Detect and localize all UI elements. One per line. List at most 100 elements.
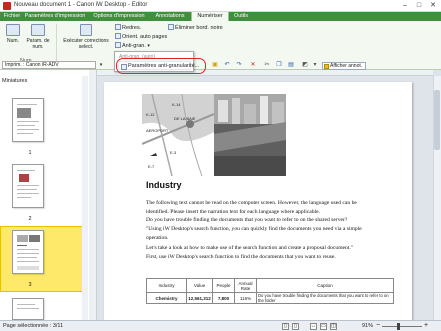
tab-numeriser[interactable]: Numériser (191, 12, 229, 21)
folder-icon[interactable]: ▣ (211, 62, 219, 69)
table-cell: Do you have trouble finding the document… (256, 292, 394, 304)
table-header: People (212, 278, 235, 293)
thumbnail-number: 2 (28, 216, 32, 222)
scan-settings-icon (31, 24, 45, 36)
status-text: Page sélectionnée : 3/11 (3, 323, 64, 329)
body-line: operation. (146, 235, 169, 241)
page-thumbnail[interactable] (12, 298, 44, 320)
select-icon[interactable]: ◩ (301, 62, 309, 69)
annotation-icon (324, 64, 329, 69)
tab-annotations[interactable]: Annotations (151, 12, 189, 21)
map-label: E-3 (170, 150, 177, 155)
map-label: E-7 (148, 164, 155, 169)
delete-icon[interactable]: ✕ (249, 62, 257, 69)
anti-grain-icon (115, 42, 121, 48)
scan-button-label: Num. (7, 38, 19, 44)
deskew-icon (115, 24, 121, 30)
page-thumbnail[interactable] (12, 164, 44, 208)
body-line: identified. Please insert the narration … (146, 209, 320, 215)
thumbnail-number: 1 (28, 150, 32, 156)
body-line: First, use iW Desktop's search function … (146, 254, 336, 260)
anti-grain-button[interactable]: Anti-gran. ▾ (115, 42, 150, 49)
map-label: K-12 (146, 112, 155, 117)
table-cell: 7,800 (212, 292, 235, 304)
table-row: Chemistry 12,561,312 7,800 115% Do you h… (146, 292, 394, 304)
table-header: Value (186, 278, 213, 293)
scan-settings-label: Param. de num. (26, 38, 50, 50)
auto-orient-button[interactable]: Orient. auto pages (115, 33, 167, 40)
scan-button[interactable]: Num. (2, 24, 24, 44)
close-icon[interactable]: ✕ (426, 1, 440, 10)
zoom-slider-handle[interactable] (397, 323, 400, 330)
maximize-icon[interactable]: □ (412, 1, 426, 10)
page-thumbnail[interactable] (12, 98, 44, 142)
body-line: "Using iW Desktop's search function, you… (146, 226, 362, 232)
title-bar: Nouveau document 1 - Canon iW Desktop - … (0, 0, 441, 12)
callout-highlight (116, 58, 206, 74)
page-thumbnail[interactable] (12, 230, 44, 274)
remove-black-border-label: Éliminer bord. noire (175, 25, 223, 31)
table-header: Annual Rate (234, 278, 257, 293)
vertical-ruler (89, 70, 97, 320)
body-line: The following text cannot be read on the… (146, 200, 357, 206)
table-header: Caption (256, 278, 394, 293)
tab-outils[interactable]: Outils (230, 12, 252, 21)
thumbnail-panel-title: Miniatures (2, 78, 28, 84)
corrections-icon (80, 24, 92, 36)
printer-dropdown-icon[interactable]: ▾ (97, 61, 105, 69)
border-icon (168, 24, 174, 30)
map-label: DE LA BAIE (174, 116, 196, 121)
auto-orient-label: Orient. auto pages (122, 34, 168, 40)
scan-settings-button[interactable]: Param. de num. (25, 24, 51, 50)
data-table: Industry Value People Annual Rate Captio… (146, 278, 394, 304)
ribbon-separator (56, 24, 57, 66)
map-label: AEROPORT (146, 128, 169, 133)
section-heading: Industry (146, 180, 182, 190)
photo-graphic (214, 94, 286, 176)
thumbnail-number: 3 (28, 282, 32, 288)
printer-select[interactable]: Imprim. : Canon iR-ADV (2, 61, 96, 69)
execute-corrections-label: Exécuter corrections select. (63, 38, 109, 50)
map-image: K-12 K-14 AEROPORT DE LA BAIE E-3 E-7 (142, 94, 214, 176)
fit-width-icon[interactable]: ↔ (310, 323, 317, 330)
show-annotations-label: Afficher annot. (330, 63, 363, 69)
zoom-slider[interactable] (382, 326, 422, 327)
table-cell: Chemistry (146, 292, 187, 304)
table-header: Industry (146, 278, 187, 293)
zoom-in-icon[interactable]: + (424, 322, 428, 329)
cut-icon[interactable]: ✂ (263, 62, 271, 69)
paste-icon[interactable]: ▤ (287, 62, 295, 69)
execute-corrections-button[interactable]: Exécuter corrections select. (62, 24, 110, 50)
double-page-view-icon[interactable]: ▯ (292, 323, 299, 330)
anti-grain-label: Anti-gran. (122, 43, 146, 49)
app-icon (3, 2, 11, 10)
window-title: Nouveau document 1 - Canon iW Desktop - … (14, 2, 148, 8)
menu-tab-bar: Fichier Paramètres d'impression Options … (0, 12, 441, 21)
tab-fichier[interactable]: Fichier (2, 12, 22, 21)
thumbnail-scrollbar[interactable] (82, 76, 88, 320)
actual-size-icon[interactable]: ◫ (330, 323, 337, 330)
minimize-icon[interactable]: – (398, 1, 412, 10)
status-bar: Page sélectionnée : 3/11 ▯ ▯ ↔ ▭ ◫ 91% −… (0, 320, 441, 331)
tab-options-impression[interactable]: Options d'impression (89, 12, 149, 21)
aerial-photo (214, 94, 286, 176)
map-label: K-14 (172, 102, 181, 107)
copy-icon[interactable]: ❐ (275, 62, 283, 69)
document-scrollbar-thumb[interactable] (434, 90, 440, 150)
table-header-row: Industry Value People Annual Rate Captio… (146, 278, 394, 293)
single-page-view-icon[interactable]: ▯ (282, 323, 289, 330)
scanner-icon (6, 24, 20, 36)
fit-page-icon[interactable]: ▭ (320, 323, 327, 330)
remove-black-border-button[interactable]: Éliminer bord. noire (168, 24, 223, 31)
body-line: Do you have trouble finding the document… (146, 217, 348, 223)
redress-label: Redres. (122, 25, 142, 31)
dropdown-arrow-icon[interactable]: ▾ (311, 62, 319, 69)
tab-parametres-impression[interactable]: Paramètres d'impression (22, 12, 88, 21)
undo-icon[interactable]: ↶ (223, 62, 231, 69)
zoom-out-icon[interactable]: − (376, 322, 380, 329)
zoom-level: 91% (362, 323, 374, 329)
chevron-down-icon: ▾ (147, 43, 150, 49)
show-annotations-button[interactable]: Afficher annot. (322, 62, 366, 70)
redo-icon[interactable]: ↷ (235, 62, 243, 69)
redress-button[interactable]: Redres. (115, 24, 141, 31)
